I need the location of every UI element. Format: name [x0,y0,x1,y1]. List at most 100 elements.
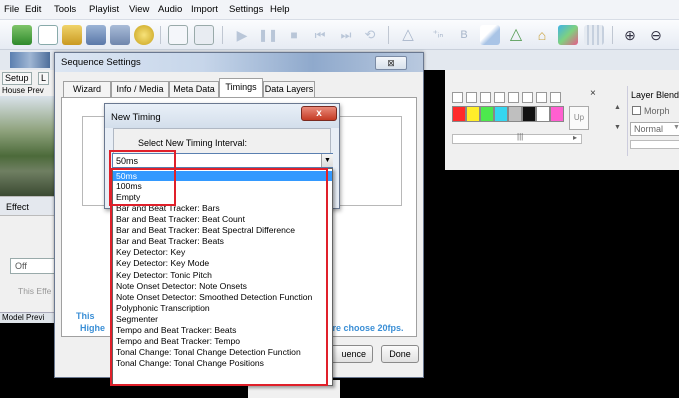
menu-edit[interactable]: Edit [25,4,41,15]
color-swatch-row [452,92,567,130]
copy-icon[interactable] [168,25,188,45]
model-preview-label: Model Previ [2,313,45,322]
dropdown-arrow-icon: ▼ [673,124,679,131]
sequence-settings-titlebar[interactable]: Sequence Settings ⊠ [55,53,423,72]
new-file-icon[interactable] [38,25,58,45]
fast-forward-icon[interactable]: ⏭ [336,25,356,45]
ramp-tool-icon[interactable] [480,25,500,45]
info-text-line2: Highe [80,323,106,333]
info-text-line1: This [76,311,95,321]
sequence-settings-title: Sequence Settings [61,57,141,68]
color-checkbox[interactable] [480,92,491,103]
menu-playlist[interactable]: Playlist [89,4,119,15]
palette-scrollbar[interactable]: ||| ▸ [452,132,582,144]
tab-meta-data[interactable]: Meta Data [169,81,219,97]
house-preview-label: House Prev [2,86,44,95]
tab-layout[interactable]: L [38,72,50,85]
tab-timings[interactable]: Timings [219,78,263,97]
morph-checkbox[interactable] [632,106,641,115]
main-toolbar: ▶ ❚❚ ■ ⏮ ⏭ ⟲ △ ⁺ᵢₙ B △ ⌂ ⊕ ⊖ [0,20,679,50]
toolbar-separator [160,26,161,44]
blend-mode-select[interactable]: Normal ▼ [630,122,679,136]
model-preview-canvas [0,323,58,398]
off-value: Off [15,261,27,271]
color-checkbox[interactable] [536,92,547,103]
tab-setup[interactable]: Setup [2,72,32,85]
settings-gear-icon[interactable] [134,25,154,45]
color-checkbox[interactable] [466,92,477,103]
shape-tool-icon[interactable]: ⌂ [532,25,552,45]
effect-label: Effect [6,202,29,212]
rewind-icon[interactable]: ⏮ [310,25,330,45]
effect-off-field[interactable]: Off [10,258,58,274]
color-swatch[interactable] [508,106,522,122]
new-timing-close-button[interactable]: x [301,106,337,121]
fade-tool-icon[interactable]: ⁺ᵢₙ [428,25,448,45]
menu-tools[interactable]: Tools [54,4,76,15]
tab-data-layers[interactable]: Data Layers [263,81,315,97]
layer-blending-label: Layer Blending [631,90,679,100]
color-swatch[interactable] [522,106,536,122]
bars-tool-icon[interactable]: B [454,25,474,45]
color-swatch[interactable] [452,106,466,122]
menu-file[interactable]: File [4,4,19,15]
color-checkbox[interactable] [494,92,505,103]
stop-icon[interactable]: ■ [284,25,304,45]
paste-icon[interactable] [194,25,214,45]
layer-blending-panel: Layer Blending Morph Normal ▼ [627,86,679,156]
chevron-down-icon[interactable]: ▼ [321,154,333,167]
new-timing-titlebar[interactable]: New Timing x [105,104,339,128]
color-swatch[interactable] [466,106,480,122]
highlight-box-option-list [110,168,328,386]
save-icon[interactable] [86,25,106,45]
panel-close-icon[interactable]: × [590,88,596,99]
scroll-down-arrow-icon[interactable]: ▼ [614,124,621,131]
preview-thumbnail [10,52,50,68]
color-swatch[interactable] [494,106,508,122]
model-preview-header: Model Previ [0,312,58,323]
menu-view[interactable]: View [129,4,149,15]
timing-interval-prompt: Select New Timing Interval: [138,138,248,148]
open-folder-icon[interactable] [62,25,82,45]
scroll-up-arrow-icon[interactable]: ▲ [614,104,621,111]
color-checkbox[interactable] [508,92,519,103]
menu-help[interactable]: Help [270,4,290,15]
new-sequence-icon[interactable] [12,25,32,45]
menu-bar: File Edit Tools Playlist View Audio Impo… [0,0,679,20]
blend-scrollbar[interactable] [630,140,679,149]
replay-icon[interactable]: ⟲ [360,25,380,45]
color-swatch[interactable] [550,106,564,122]
triangle-green-icon[interactable]: △ [506,25,526,45]
up-button[interactable]: Up [569,106,589,130]
toolbar-separator [222,26,223,44]
color-effect-icon[interactable] [558,25,578,45]
zoom-in-icon[interactable]: ⊕ [620,25,640,45]
tab-info-media[interactable]: Info / Media [111,81,169,97]
play-icon[interactable]: ▶ [232,25,252,45]
this-effect-label: This Effe [18,286,52,296]
toolbar-separator [612,26,613,44]
menu-settings[interactable]: Settings [229,4,263,15]
morph-label: Morph [644,106,670,116]
color-checkbox[interactable] [550,92,561,103]
new-timing-title: New Timing [111,112,161,123]
grid-tool-icon[interactable] [584,25,604,45]
color-swatch[interactable] [536,106,550,122]
color-checkbox[interactable] [522,92,533,103]
blend-mode-value: Normal [634,124,664,134]
toolbar-separator [388,26,389,44]
zoom-out-icon[interactable]: ⊖ [646,25,666,45]
sequence-settings-close-button[interactable]: ⊠ [375,56,407,70]
menu-audio[interactable]: Audio [158,4,182,15]
tab-wizard[interactable]: Wizard [63,81,111,97]
info-text-line2-tail: ure choose 20fps. [327,323,404,333]
house-preview-image [0,96,58,196]
effect-panel-header: Effect [0,196,58,216]
color-swatch[interactable] [480,106,494,122]
done-button[interactable]: Done [381,345,419,363]
triangle-tool-icon[interactable]: △ [398,25,418,45]
color-checkbox[interactable] [452,92,463,103]
menu-import[interactable]: Import [191,4,218,15]
save-as-icon[interactable] [110,25,130,45]
pause-icon[interactable]: ❚❚ [258,25,278,45]
